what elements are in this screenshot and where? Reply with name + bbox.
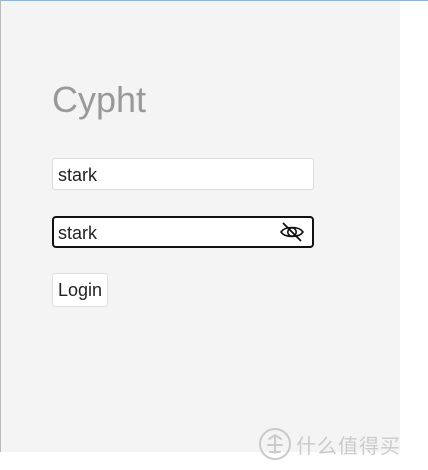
watermark: 什么值得买: [258, 427, 401, 461]
login-panel: Cypht stark stark Login: [1, 1, 400, 452]
password-field[interactable]: stark: [52, 216, 314, 248]
password-value: stark: [58, 223, 98, 243]
username-field[interactable]: stark: [52, 158, 314, 190]
eye-slash-icon[interactable]: [279, 221, 305, 243]
value-logo-icon: [258, 427, 292, 461]
login-button[interactable]: Login: [52, 273, 108, 307]
app-title: Cypht: [52, 79, 147, 120]
login-page: Cypht stark stark Login 什么值得买: [0, 0, 428, 470]
watermark-text: 什么值得买: [296, 433, 401, 458]
username-value: stark: [58, 165, 98, 185]
